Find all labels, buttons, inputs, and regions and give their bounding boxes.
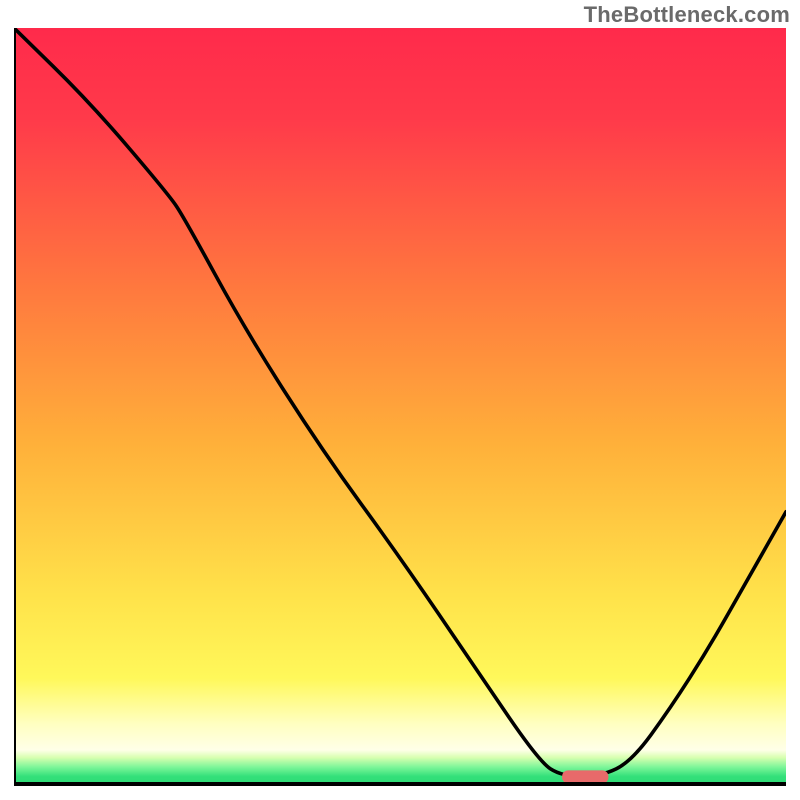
chart-container: { "watermark": "TheBottleneck.com", "col… (0, 0, 800, 800)
gradient-background (14, 28, 786, 784)
watermark-text: TheBottleneck.com (584, 2, 790, 28)
highlight-marker (562, 770, 608, 783)
plot-area (14, 28, 786, 788)
chart-svg (14, 28, 786, 788)
